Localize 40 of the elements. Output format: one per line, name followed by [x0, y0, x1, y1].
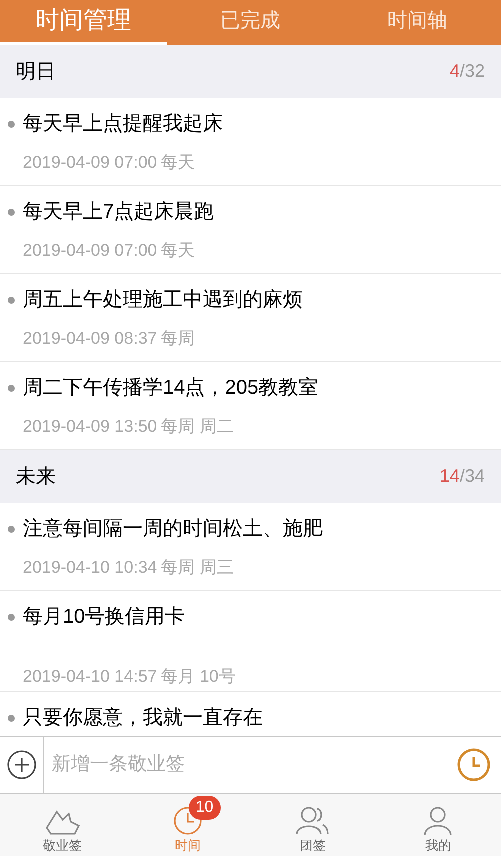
count-badge: 10: [188, 796, 221, 820]
nav-tab[interactable]: 我的: [376, 794, 501, 856]
bullet-icon: [8, 296, 15, 304]
person-icon: [423, 806, 454, 836]
count-text: 14/34: [440, 465, 485, 488]
repeat-text: 每天: [161, 152, 196, 174]
bullet-icon: [8, 208, 15, 216]
bullet-icon: [8, 384, 15, 392]
repeat-text: 每周: [161, 328, 196, 350]
repeat-text: 每天: [161, 240, 196, 262]
bullet-icon: [8, 614, 15, 620]
reminder-time: 2019-04-10 14:57: [23, 666, 158, 688]
reminder-time: 2019-04-09 13:50: [23, 416, 158, 438]
section-title: 未来: [16, 464, 56, 490]
reminder-title: 每天早上点提醒我起床: [23, 112, 223, 137]
group-icon: [296, 806, 330, 836]
reminder-time: 2019-04-10 10:34: [23, 557, 158, 579]
reminder-time: 2019-04-09 07:00: [23, 240, 158, 262]
section-title: 明日: [16, 60, 56, 84]
repeat-text: 每周 周二: [161, 416, 234, 438]
nav-tab[interactable]: 敬业签: [0, 794, 126, 856]
reminder-title: 周五上午处理施工中遇到的麻烦: [23, 288, 303, 313]
bullet-icon: [8, 526, 15, 532]
reminder-title: 周二下午传播学14点，205教教室: [23, 376, 319, 401]
nav-tab[interactable]: 10 时间: [125, 794, 250, 856]
add-icon[interactable]: [6, 750, 36, 780]
repeat-text: 每月 10号: [161, 666, 236, 688]
bullet-icon: [8, 714, 15, 722]
reminder-title: 每天早上7点起床晨跑: [23, 200, 214, 225]
bullet-icon: [8, 120, 15, 128]
nav-tab[interactable]: 团签: [250, 794, 376, 856]
repeat-text: 每周 周三: [161, 557, 234, 579]
reminder-time: 2019-04-09 07:00: [23, 152, 158, 174]
reminder-time: 2019-04-09 08:37: [23, 328, 158, 350]
clock-icon[interactable]: [457, 748, 491, 782]
count-text: 4/32: [450, 60, 485, 83]
reminder-title: 注意每间隔一周的时间松土、施肥: [23, 517, 323, 542]
reminder-title: 每月10号换信用卡: [23, 605, 186, 630]
reminder-title: 只要你愿意，我就一直存在: [23, 706, 263, 731]
note-input[interactable]: 新增一条敬业签: [44, 737, 457, 793]
